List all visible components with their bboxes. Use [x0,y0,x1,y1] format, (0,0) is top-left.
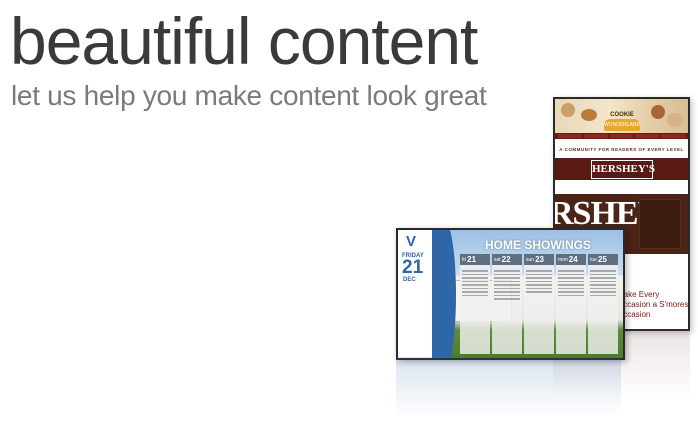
hershey-logo: HERSHEY'S [591,160,655,179]
column-dow: mon [558,256,568,263]
schedule-column: sun 23 [524,254,554,354]
date-month: DEC [403,277,416,283]
schedule-column: fri 21 [460,254,490,354]
column-dow: sun [526,256,535,263]
home-showings-title: HOME SHOWINGS [484,238,591,252]
column-num: 25 [597,255,607,264]
cookie-title: COOKIE [610,112,634,118]
home-showings-signage-preview: V FRIDAY 21 DEC HOME SHOWINGS fri 21 sat 2… [396,228,625,360]
column-num: 22 [501,255,511,264]
column-num: 23 [535,255,544,264]
cookie-badge: WONDERLAND [604,119,640,131]
date-day: 21 [402,257,424,278]
cookie-image [667,113,683,127]
cookie-image [561,103,575,117]
column-num: 21 [467,255,477,264]
schedule-column: sat 22 [492,254,522,354]
column-dow: fri [462,256,467,263]
hershey-tagline-top: A COMMUNITY FOR READERS OF EVERY LEVEL [559,147,684,152]
column-dow: sat [494,256,501,263]
brand-v-icon: V [406,233,417,250]
hershey-tagline: Make Every Occasion a S'mores Occasion [617,290,689,319]
column-dow: tue [590,256,597,263]
chocolate-block-image [639,199,681,249]
blue-swoosh [432,230,456,358]
home-showings-reflection [396,357,621,417]
schedule-columns: fri 21 sat 22 sun 23 mon 24 tue 25 [460,254,618,354]
schedule-column: mon 24 [556,254,586,354]
column-num: 24 [568,255,578,264]
schedule-column: tue 25 [588,254,618,354]
hershey-nav-bar [555,133,688,139]
hero-subheadline: let us help you make content look great [11,80,487,111]
hero-headline: beautiful content [10,4,478,78]
cookie-image [651,105,665,119]
